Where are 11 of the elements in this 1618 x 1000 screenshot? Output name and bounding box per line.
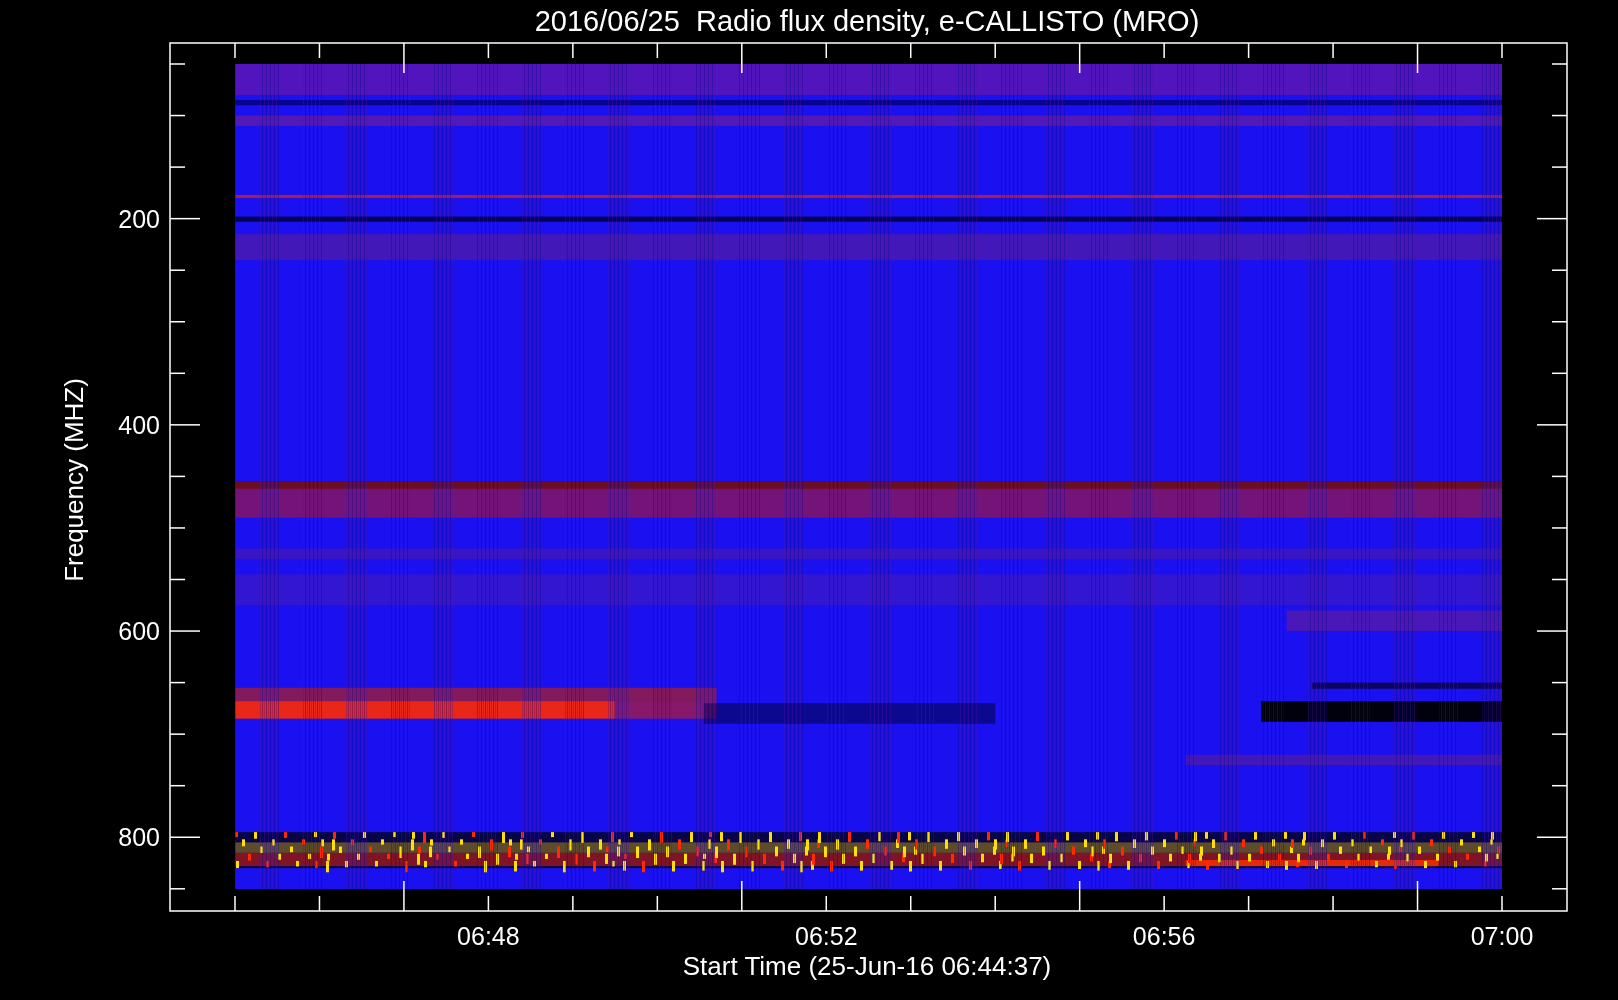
tick-label: 06:52 bbox=[795, 922, 858, 950]
axis-label: Frequency (MHZ) bbox=[59, 378, 89, 582]
axis-label: Start Time (25-Jun-16 06:44:37) bbox=[682, 951, 1052, 981]
chart-title: 2016/06/25 Radio flux density, e-CALLISTO (MRO) bbox=[534, 5, 1200, 37]
tick-label: 200 bbox=[118, 204, 160, 233]
tick-label: 06:56 bbox=[1132, 922, 1196, 950]
tick-label: 800 bbox=[118, 823, 160, 852]
tick-label: 400 bbox=[118, 410, 160, 439]
tick-label: 07:00 bbox=[1470, 922, 1534, 950]
tick-label: 06:48 bbox=[457, 922, 520, 950]
tick-label: 600 bbox=[118, 617, 160, 646]
